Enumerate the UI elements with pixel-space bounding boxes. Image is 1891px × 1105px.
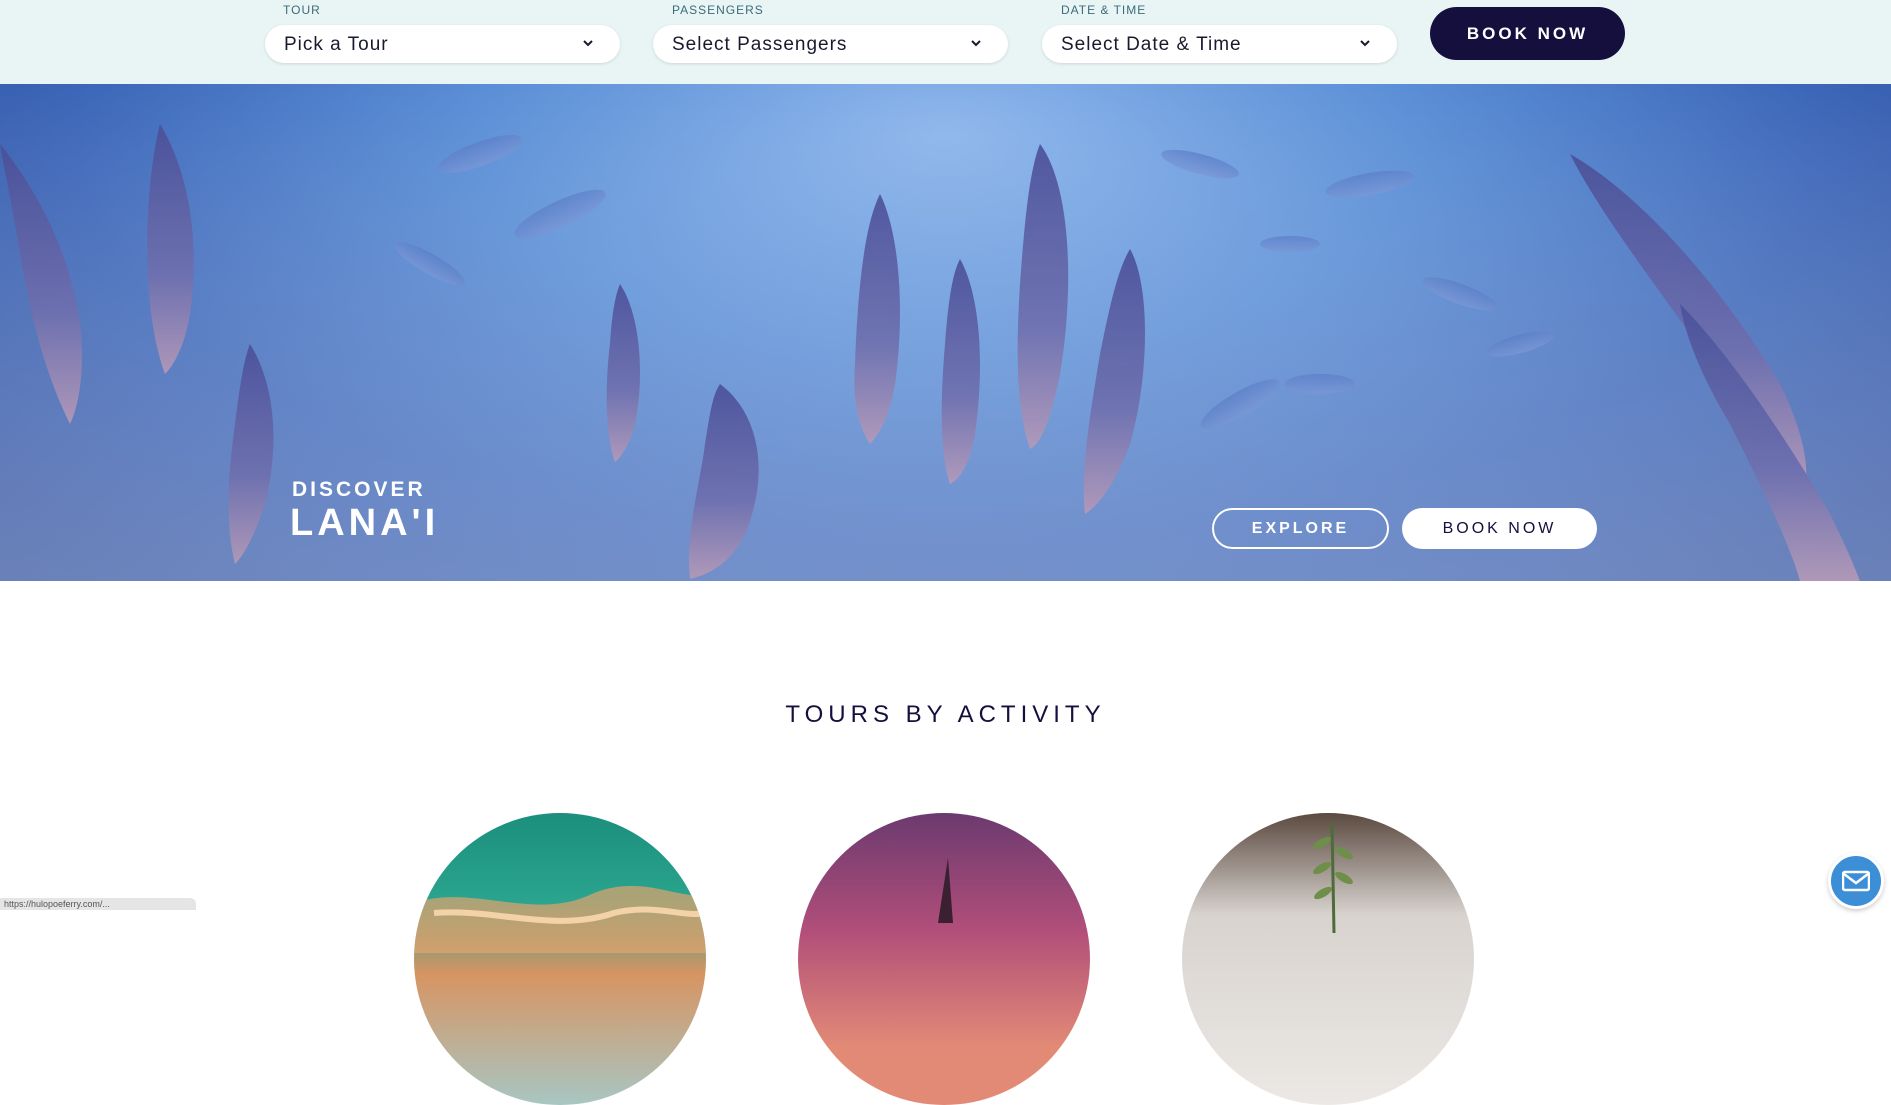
chevron-down-icon bbox=[583, 40, 593, 47]
passengers-select[interactable]: Select Passengers bbox=[653, 25, 1008, 63]
section-title: TOURS BY ACTIVITY bbox=[785, 701, 1106, 728]
activity-snorkel-image[interactable] bbox=[414, 813, 706, 1105]
chevron-down-icon bbox=[971, 40, 981, 47]
explore-button[interactable]: EXPLORE bbox=[1212, 508, 1389, 549]
datetime-label: DATE & TIME bbox=[1061, 3, 1147, 17]
activity-sail-image[interactable] bbox=[798, 813, 1090, 1105]
dining-herb-image bbox=[1313, 822, 1353, 934]
status-bar-url: https://hulopoeferry.com/... bbox=[0, 898, 196, 910]
booking-bar: TOUR Pick a Tour PASSENGERS Select Passe… bbox=[0, 0, 1891, 84]
hero-book-now-button[interactable]: BOOK NOW bbox=[1402, 508, 1597, 549]
chevron-down-icon bbox=[1360, 40, 1370, 47]
envelope-icon bbox=[1842, 870, 1870, 892]
tour-label: TOUR bbox=[283, 3, 321, 17]
sunset-sail-image bbox=[938, 858, 953, 923]
activity-dining-image[interactable] bbox=[1182, 813, 1474, 1105]
tour-select[interactable]: Pick a Tour bbox=[265, 25, 620, 63]
hero-kicker: DISCOVER bbox=[292, 478, 426, 501]
passengers-select-value: Select Passengers bbox=[672, 34, 848, 55]
chat-button[interactable] bbox=[1828, 853, 1884, 909]
tour-select-value: Pick a Tour bbox=[284, 34, 389, 55]
hero-title: LANA'I bbox=[290, 502, 440, 544]
hero-banner: DISCOVER LANA'I EXPLORE BOOK NOW bbox=[0, 84, 1891, 581]
book-now-button[interactable]: BOOK NOW bbox=[1430, 7, 1625, 60]
passengers-label: PASSENGERS bbox=[672, 3, 764, 17]
datetime-select[interactable]: Select Date & Time bbox=[1042, 25, 1397, 63]
dolphins-underwater-image bbox=[0, 84, 1891, 581]
datetime-select-value: Select Date & Time bbox=[1061, 34, 1242, 55]
snorkel-reef-image bbox=[414, 885, 706, 953]
